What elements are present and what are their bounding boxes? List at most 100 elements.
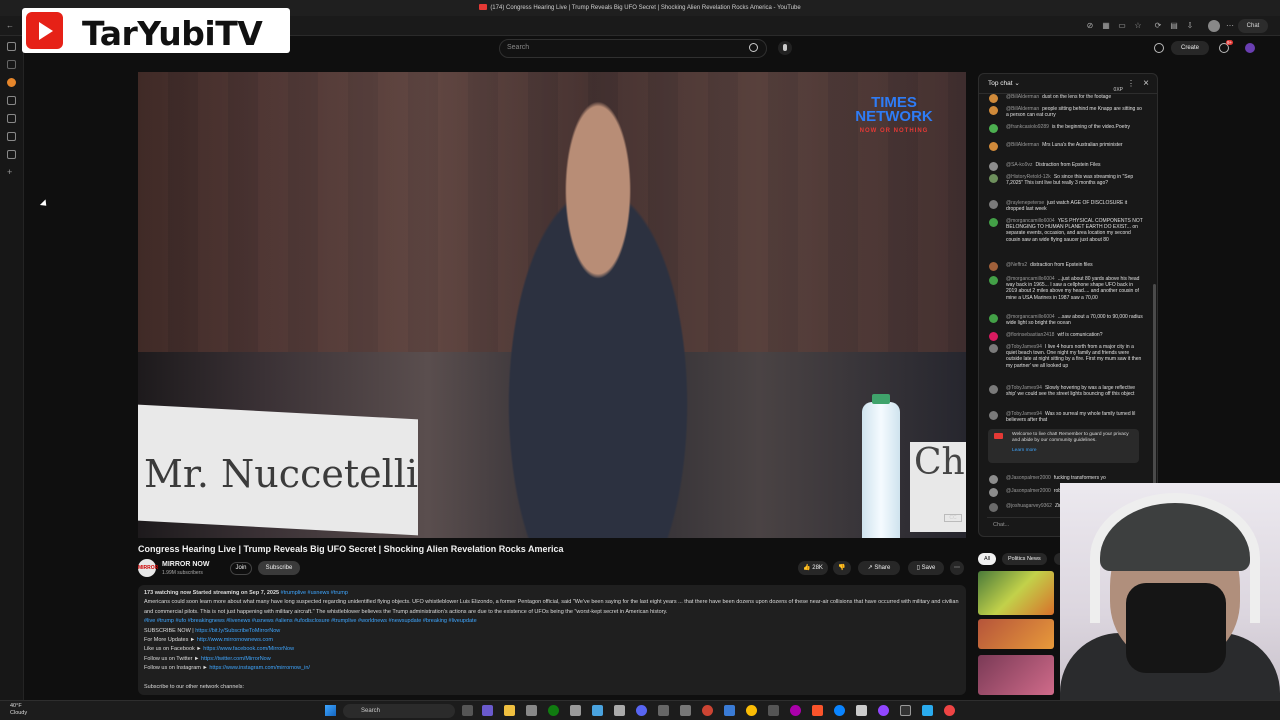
sidebar-media-icon[interactable]	[7, 114, 16, 123]
chip-politics-news[interactable]: Politics News	[1002, 553, 1047, 565]
join-button[interactable]: Join	[230, 562, 252, 575]
chat-author[interactable]: @BillAlderman	[1006, 142, 1039, 148]
chat-author[interactable]: @Jasonpalmer2000	[1006, 475, 1051, 481]
back-icon[interactable]: ←	[4, 20, 16, 32]
description-hashtags[interactable]: #live #trump #ufo #breakingnews #livenew…	[144, 617, 960, 626]
description-link[interactable]: https://bit.ly/SubscribeToMirrorNow	[195, 628, 280, 634]
discord-icon[interactable]	[636, 705, 647, 716]
app-icon[interactable]	[944, 705, 955, 716]
chat-message[interactable]: @TobyJames94 I live 4 hours north from a …	[989, 344, 1144, 369]
chat-author[interactable]: @morgancamillo6004	[1006, 276, 1055, 282]
copilot-icon[interactable]	[482, 705, 493, 716]
chat-author[interactable]: @HistoryRetold-12k	[1006, 174, 1051, 180]
save-button[interactable]: ▯ Save	[908, 561, 944, 575]
chat-author[interactable]: @TobyJames94	[1006, 385, 1042, 391]
chat-author-avatar[interactable]	[989, 411, 998, 420]
task-view-icon[interactable]	[462, 705, 473, 716]
sidebar-notes-icon[interactable]	[7, 96, 16, 105]
chat-scrollbar[interactable]	[1153, 284, 1156, 494]
sidebar-add-icon[interactable]: +	[7, 168, 16, 177]
chat-message[interactable]: @HistoryRetold-12k So since this was stre…	[989, 174, 1144, 186]
chat-message[interactable]: @raylenepeterse just watch AGE OF DISCLOS…	[989, 200, 1144, 212]
chat-author[interactable]: @BillAlderman	[1006, 106, 1039, 112]
chat-author[interactable]: @Neffrs2	[1006, 262, 1027, 268]
voice-search-icon[interactable]	[778, 41, 792, 55]
like-button[interactable]: 👍 28K	[798, 561, 828, 575]
chat-menu-icon[interactable]: ⋮	[1127, 74, 1135, 94]
chat-author[interactable]: @morgancamillo6004	[1006, 218, 1055, 224]
description-link[interactable]: https://twitter.com/MirrorNow	[201, 656, 271, 662]
search-icon[interactable]	[749, 43, 758, 52]
app-icon[interactable]	[856, 705, 867, 716]
extension-icon[interactable]: ⊘	[1084, 20, 1096, 32]
sidebar-reader-icon[interactable]	[7, 132, 16, 141]
chat-message[interactable]: @morgancamillo6004 ...saw about a 70,000 …	[989, 314, 1144, 326]
captions-icon[interactable]: CC	[944, 514, 962, 522]
search-input[interactable]: Search	[499, 39, 767, 58]
reload-icon[interactable]: ⟳	[1152, 20, 1164, 32]
telegram-icon[interactable]	[922, 705, 933, 716]
chat-message[interactable]: @SA-ko9vz Distraction from Epstein Files	[989, 162, 1144, 171]
camera-icon[interactable]	[1154, 43, 1164, 53]
app-icon[interactable]	[614, 705, 625, 716]
app-icon[interactable]	[680, 705, 691, 716]
xbox-icon[interactable]	[548, 705, 559, 716]
chat-author-avatar[interactable]	[989, 475, 998, 484]
chat-author[interactable]: @TobyJames94	[1006, 344, 1042, 350]
chat-author[interactable]: @Jasonpalmer2000	[1006, 488, 1051, 494]
weather-widget[interactable]: 40°F Cloudy	[10, 703, 27, 717]
chat-author[interactable]: @raylenepeterse	[1006, 200, 1044, 206]
chat-message[interactable]: @Jasonpalmer2000 fucking transformers yo	[989, 475, 1144, 484]
chat-author-avatar[interactable]	[989, 262, 998, 271]
chat-author-avatar[interactable]	[989, 276, 998, 285]
chat-author-avatar[interactable]	[989, 344, 998, 353]
edge-icon[interactable]	[834, 705, 845, 716]
copilot-chat-button[interactable]: Chat	[1238, 19, 1268, 33]
video-player[interactable]: Mr. Nuccetelli TIMES NETWORK NOW OR NOTHI…	[138, 72, 966, 538]
dislike-button[interactable]: 👎	[833, 561, 851, 575]
learn-more-link[interactable]: Learn more	[1012, 448, 1134, 454]
description-link[interactable]: http://www.mirrornownews.com	[197, 637, 273, 643]
chat-author[interactable]: @joshuagarvey9362	[1006, 503, 1052, 509]
more-icon[interactable]: ⋯	[1224, 20, 1236, 32]
chat-author-avatar[interactable]	[989, 94, 998, 103]
chat-message[interactable]: @BillAlderman people sitting behind me Kn…	[989, 106, 1144, 118]
app-icon[interactable]	[592, 705, 603, 716]
file-explorer-icon[interactable]	[504, 705, 515, 716]
brave-icon[interactable]	[812, 705, 823, 716]
chat-mode-dropdown[interactable]: Top chat	[988, 80, 1013, 87]
downloads-icon[interactable]: ⇩	[1184, 20, 1196, 32]
chat-message[interactable]: @frankcasiolo9289 is the beginning of the…	[989, 124, 1144, 133]
app-icon[interactable]	[702, 705, 713, 716]
chat-message[interactable]: @TobyJames94 Slowly hovering by was a lar…	[989, 385, 1144, 397]
channel-avatar[interactable]: MIRROR	[138, 559, 158, 577]
app-icon[interactable]	[724, 705, 735, 716]
sidebar-history-icon[interactable]	[7, 60, 16, 69]
collections-icon[interactable]: ▤	[1168, 20, 1180, 32]
chat-author[interactable]: @florinsebastian2418	[1006, 332, 1054, 338]
more-actions-button[interactable]: ⋯	[950, 561, 964, 575]
profile-avatar[interactable]	[1208, 20, 1220, 32]
chat-author[interactable]: @frankcasiolo9289	[1006, 124, 1049, 130]
chat-author-avatar[interactable]	[989, 314, 998, 323]
chat-message[interactable]: @morgancamillo6004 YES PHYSICAL COMPONENT…	[989, 218, 1144, 243]
chat-message[interactable]: @morgancamillo6004 ...just about 80 yards…	[989, 276, 1144, 301]
subscribe-button[interactable]: Subscribe	[258, 561, 300, 575]
app-icon[interactable]	[790, 705, 801, 716]
recommendation-thumbnail[interactable]	[978, 619, 1054, 649]
taskbar-search[interactable]: Search	[343, 704, 455, 718]
description-link[interactable]: https://www.instagram.com/mirrornow_in/	[209, 665, 310, 671]
store-icon[interactable]	[526, 705, 537, 716]
close-icon[interactable]: ×	[1143, 74, 1149, 94]
description-hashtags-top[interactable]: #trumplive #usnews #trump	[281, 590, 348, 596]
video-description[interactable]: 173 watching now Started streaming on Se…	[138, 585, 966, 695]
app-icon[interactable]	[768, 705, 779, 716]
chat-author[interactable]: @BillAlderman	[1006, 94, 1039, 100]
chat-author-avatar[interactable]	[989, 124, 998, 133]
calculator-icon[interactable]	[570, 705, 581, 716]
chat-author[interactable]: @morgancamillo6004	[1006, 314, 1055, 320]
sidebar-app-icon[interactable]	[7, 78, 16, 87]
star-icon[interactable]: ☆	[1132, 20, 1144, 32]
chat-author-avatar[interactable]	[989, 142, 998, 151]
chat-author-avatar[interactable]	[989, 488, 998, 497]
